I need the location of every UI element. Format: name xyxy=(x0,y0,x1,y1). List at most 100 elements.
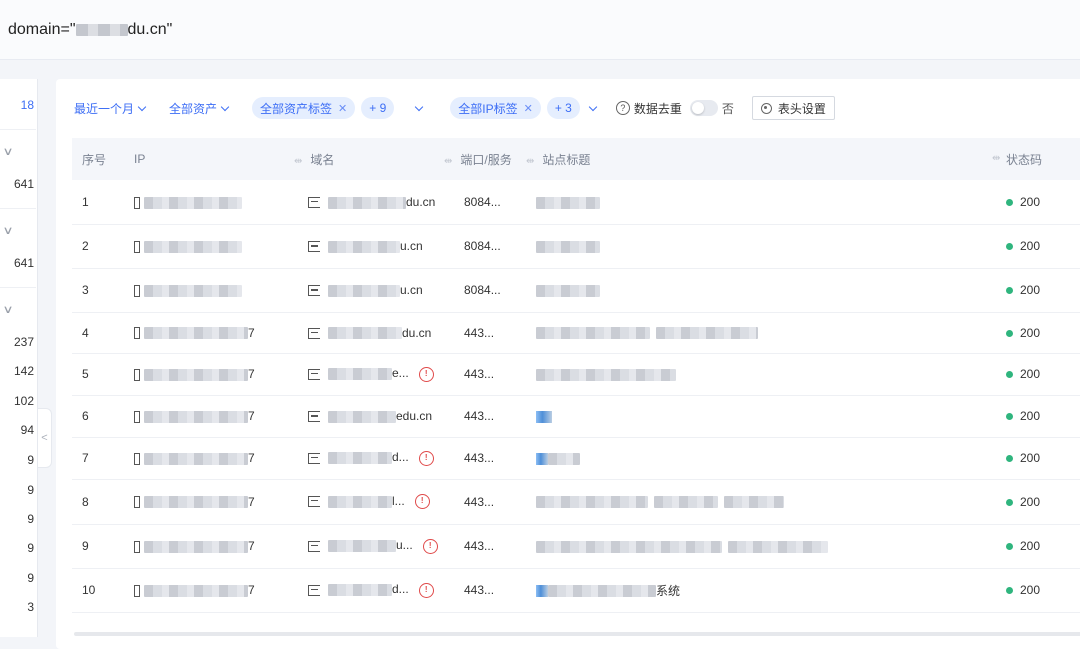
sidebar-list-count[interactable]: 94 xyxy=(0,423,36,437)
chevron-down-icon[interactable]: ∨ xyxy=(2,224,13,237)
external-link-icon[interactable] xyxy=(308,584,320,596)
table-row[interactable]: 6 7 edu.cn 443... 200 xyxy=(72,395,1080,438)
sidebar-list-count[interactable]: 3 xyxy=(0,600,36,614)
sidebar-list-count[interactable]: 237 xyxy=(0,335,36,349)
cell-port[interactable]: 443... xyxy=(444,568,526,613)
table-row[interactable]: 2 u.cn 8084... 200 xyxy=(72,224,1080,269)
table-row[interactable]: 5 7 e...! 443... 200 xyxy=(72,353,1080,396)
external-link-icon[interactable] xyxy=(308,197,320,209)
cell-port[interactable]: 443... xyxy=(444,312,526,354)
column-header-status[interactable]: ⇹ 状态码 xyxy=(992,138,1080,180)
ip-tag-filter-chip[interactable]: 全部IP标签 ✕ xyxy=(450,97,541,119)
dedupe-toggle[interactable] xyxy=(689,100,718,116)
column-header-site-title[interactable]: ⇹ 站点标题 xyxy=(526,138,1006,180)
query-prefix: domain=" xyxy=(8,20,76,38)
cell-status: 200 xyxy=(1006,353,1080,396)
cell-domain[interactable]: du.cn xyxy=(294,312,444,354)
external-link-icon[interactable] xyxy=(308,368,320,380)
column-header-index[interactable]: 序号 xyxy=(72,138,134,180)
ip-tag-more-count[interactable]: + 3 xyxy=(546,97,580,119)
column-header-label: 站点标题 xyxy=(542,152,591,167)
cell-ip[interactable]: 7 xyxy=(134,353,294,396)
sidebar-list-count[interactable]: 9 xyxy=(0,541,36,555)
column-resize-icon[interactable]: ⇹ xyxy=(992,153,1000,164)
cell-port[interactable]: 8084... xyxy=(444,180,526,225)
sidebar-list-count[interactable]: 142 xyxy=(0,364,36,378)
sidebar-list-count[interactable]: 9 xyxy=(0,483,36,497)
sidebar-list-count[interactable]: 9 xyxy=(0,453,36,467)
cell-port[interactable]: 8084... xyxy=(444,268,526,313)
external-link-icon[interactable] xyxy=(308,452,320,464)
chevron-down-icon[interactable] xyxy=(588,102,598,111)
column-header-domain[interactable]: ⇹ 域名 xyxy=(294,138,444,180)
sidebar-list-count[interactable]: 9 xyxy=(0,512,36,526)
cell-port[interactable]: 443... xyxy=(444,437,526,480)
asset-scope-dropdown[interactable]: 全部资产 xyxy=(169,100,230,117)
cell-domain[interactable]: u.cn xyxy=(294,224,444,269)
sidebar-list-count[interactable]: 9 xyxy=(0,571,36,585)
external-link-icon[interactable] xyxy=(308,327,320,339)
search-query-bar[interactable]: domain=" du.cn" xyxy=(0,0,1080,60)
shield-alert-icon[interactable]: ! xyxy=(418,366,434,382)
cell-ip[interactable] xyxy=(134,268,294,313)
sidebar-list-count[interactable]: 102 xyxy=(0,394,36,408)
cell-domain[interactable]: l...! xyxy=(294,479,444,525)
cell-port[interactable]: 443... xyxy=(444,353,526,396)
cell-port[interactable]: 443... xyxy=(444,524,526,569)
shield-alert-icon[interactable]: ! xyxy=(422,538,438,554)
cell-ip[interactable]: 7 xyxy=(134,437,294,480)
table-row[interactable]: 3 u.cn 8084... 200 xyxy=(72,268,1080,313)
close-icon[interactable]: ✕ xyxy=(338,102,347,115)
asset-tag-more-count[interactable]: + 9 xyxy=(361,97,395,119)
cell-port[interactable]: 443... xyxy=(444,395,526,438)
external-link-icon[interactable] xyxy=(308,540,320,552)
column-resize-icon[interactable]: ⇹ xyxy=(444,156,452,167)
table-row[interactable]: 1 du.cn 8084... 200 xyxy=(72,180,1080,225)
cell-ip[interactable]: 7 xyxy=(134,568,294,613)
cell-domain[interactable]: u...! xyxy=(294,524,444,569)
cell-domain[interactable]: du.cn xyxy=(294,180,444,225)
cell-ip[interactable]: 7 xyxy=(134,524,294,569)
column-settings-button[interactable]: 表头设置 xyxy=(751,96,835,120)
table-row[interactable]: 9 7 u...! 443... 200 xyxy=(72,524,1080,569)
shield-alert-icon[interactable]: ! xyxy=(418,450,434,466)
time-range-dropdown[interactable]: 最近一个月 xyxy=(74,100,147,117)
cell-port[interactable]: 443... xyxy=(444,479,526,525)
shield-alert-icon[interactable]: ! xyxy=(414,494,430,510)
table-row[interactable]: 4 7 du.cn 443... 200 xyxy=(72,312,1080,354)
column-resize-icon[interactable]: ⇹ xyxy=(294,156,302,167)
redacted-title xyxy=(728,540,828,553)
cell-ip[interactable] xyxy=(134,180,294,225)
cell-domain[interactable]: d...! xyxy=(294,568,444,613)
external-link-icon[interactable] xyxy=(308,496,320,508)
sidebar-count-total[interactable]: 18 xyxy=(0,98,36,112)
chevron-down-icon[interactable] xyxy=(415,102,424,111)
table-row[interactable]: 7 7 d...! 443... 200 xyxy=(72,437,1080,480)
cell-ip[interactable]: 7 xyxy=(134,312,294,354)
help-icon[interactable]: ? xyxy=(615,101,630,115)
cell-ip[interactable] xyxy=(134,224,294,269)
cell-ip[interactable]: 7 xyxy=(134,395,294,438)
table-row[interactable]: 10 7 d...! 443... 系统 200 xyxy=(72,568,1080,613)
cell-ip[interactable]: 7 xyxy=(134,479,294,525)
external-link-icon[interactable] xyxy=(308,285,320,297)
status-dot-icon xyxy=(1006,587,1013,595)
cell-domain[interactable]: u.cn xyxy=(294,268,444,313)
column-header-port[interactable]: ⇹ 端口/服务 xyxy=(444,138,526,180)
cell-domain[interactable]: d...! xyxy=(294,437,444,480)
cell-port[interactable]: 8084... xyxy=(444,224,526,269)
column-header-ip[interactable]: IP xyxy=(134,138,294,180)
sidebar-collapse-handle[interactable]: < xyxy=(38,408,52,468)
chevron-down-icon[interactable]: ∨ xyxy=(2,145,13,158)
external-link-icon[interactable] xyxy=(308,411,320,423)
external-link-icon[interactable] xyxy=(308,241,320,253)
column-resize-icon[interactable]: ⇹ xyxy=(526,156,534,167)
shield-alert-icon[interactable]: ! xyxy=(418,582,434,598)
cell-domain[interactable]: e...! xyxy=(294,353,444,396)
close-icon[interactable]: ✕ xyxy=(524,102,533,115)
horizontal-scrollbar[interactable] xyxy=(74,632,1080,636)
cell-domain[interactable]: edu.cn xyxy=(294,395,444,438)
asset-tag-filter-chip[interactable]: 全部资产标签 ✕ xyxy=(252,97,356,119)
table-row[interactable]: 8 7 l...! 443... 200 xyxy=(72,479,1080,525)
chevron-down-icon[interactable]: ∨ xyxy=(2,303,13,316)
